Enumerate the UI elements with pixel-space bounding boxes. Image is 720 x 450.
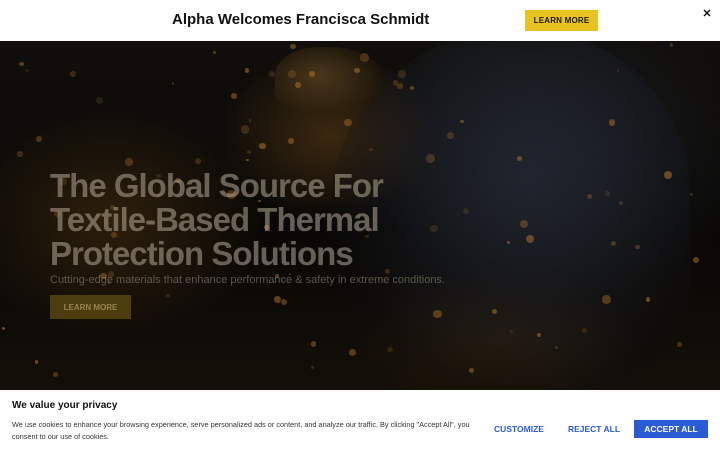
cookie-text: We use cookies to enhance your browsing … xyxy=(12,420,470,441)
announcement-bar: Alpha Welcomes Francisca Schmidt LEARN M… xyxy=(0,0,720,41)
hero-subheading: Cutting-edge materials that enhance perf… xyxy=(50,274,445,286)
announcement-title: Alpha Welcomes Francisca Schmidt xyxy=(172,11,430,28)
accept-all-button[interactable]: ACCEPT ALL xyxy=(634,420,708,438)
reject-all-button[interactable]: REJECT ALL xyxy=(561,420,627,438)
hero-heading: The Global Source For Textile-Based Ther… xyxy=(50,167,384,272)
close-icon[interactable]: ✕ xyxy=(701,8,713,20)
hero-section: The Global Source For Textile-Based Ther… xyxy=(0,41,720,390)
announcement-learn-more-button[interactable]: LEARN MORE xyxy=(525,10,598,31)
customize-button[interactable]: CUSTOMIZE xyxy=(486,420,552,438)
cookie-title: We value your privacy xyxy=(12,400,118,411)
hero-learn-more-button[interactable]: LEARN MORE xyxy=(50,295,131,319)
cookie-banner: We value your privacy We use cookies to … xyxy=(0,390,720,450)
